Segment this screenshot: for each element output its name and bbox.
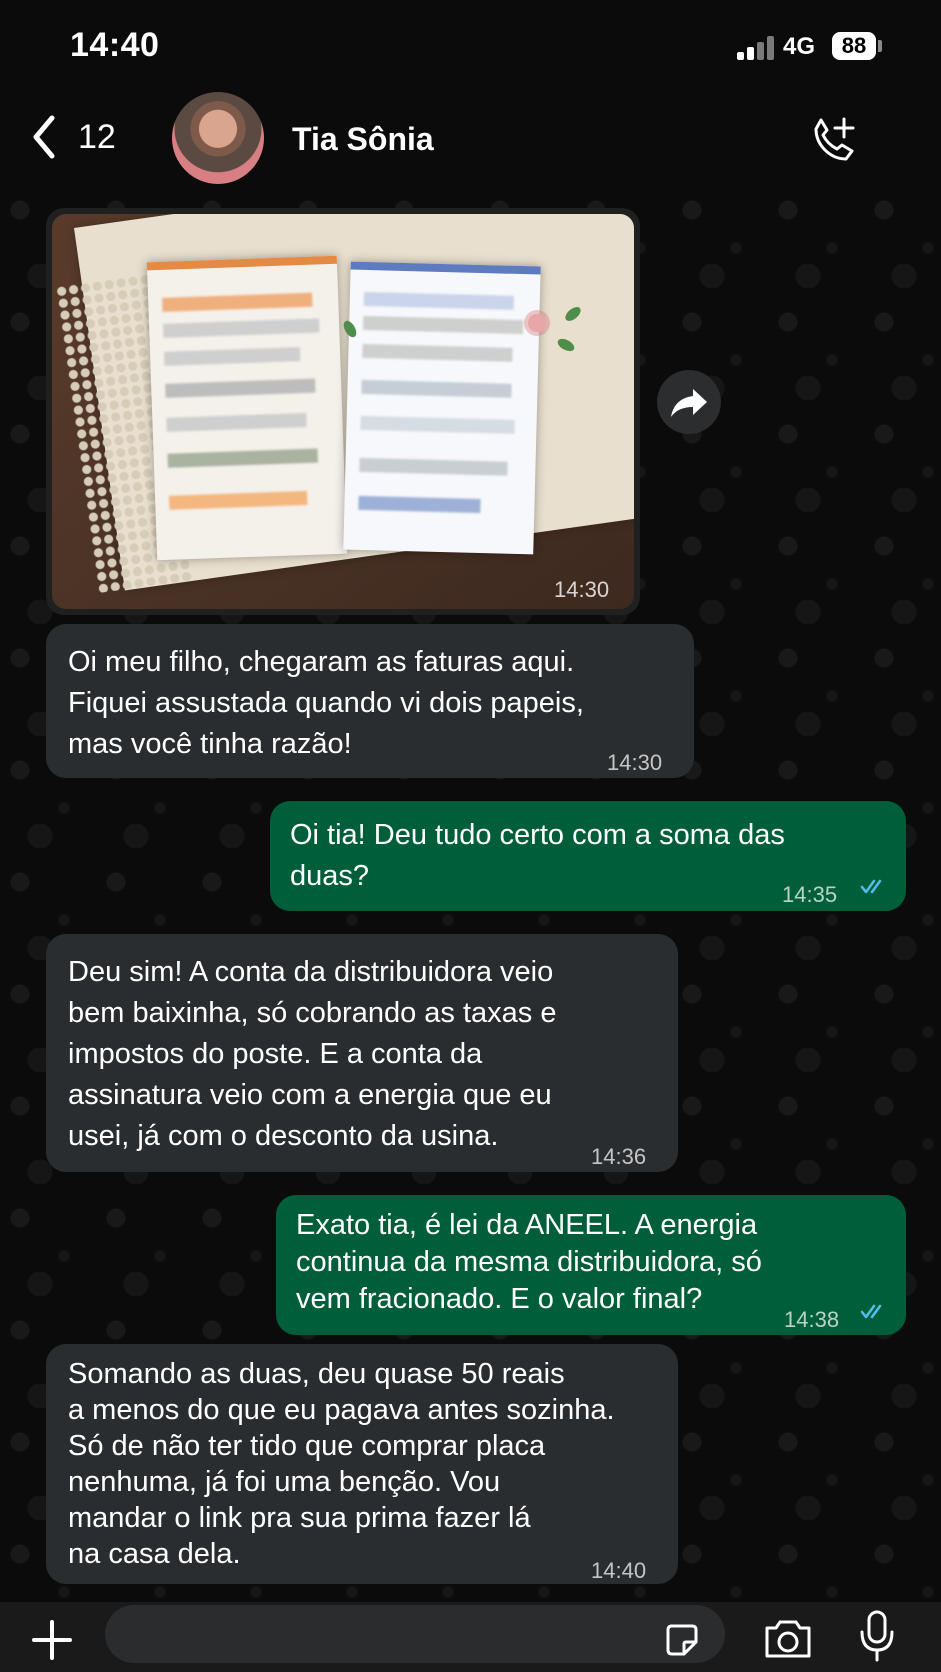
chat-header	[0, 90, 941, 190]
network-type: 4G	[783, 33, 816, 60]
message-line: Somando as duas, deu quase 50 reais	[68, 1358, 565, 1390]
chevron-left-icon[interactable]	[28, 112, 58, 162]
message-line: Fiquei assustada quando vi dois papeis,	[68, 687, 584, 719]
status-time: 14:40	[70, 26, 160, 64]
unread-count[interactable]: 12	[78, 118, 116, 157]
message-text: Exato tia, é lei da ANEEL. A energia con…	[296, 1207, 762, 1318]
message-time: 14:36	[591, 1144, 647, 1169]
sticker-icon[interactable]	[662, 1620, 702, 1660]
message-time: 14:38	[784, 1307, 840, 1332]
signal-strength-icon	[737, 36, 783, 60]
read-receipt-icon	[860, 879, 882, 894]
message-line: na casa dela.	[68, 1538, 241, 1570]
message-line: mandar o link pra sua prima fazer lá	[68, 1502, 531, 1534]
message-time: 14:30	[554, 577, 610, 602]
message-line: mas você tinha razão!	[68, 728, 352, 760]
message-text: Somando as duas, deu quase 50 reais a me…	[68, 1356, 615, 1572]
message-line: continua da mesma distribuidora, só	[296, 1246, 762, 1278]
message-text: Deu sim! A conta da distribuidora veio b…	[68, 952, 556, 1157]
read-receipt-icon	[860, 1304, 882, 1319]
battery-level: 88	[832, 32, 876, 60]
message-line: Oi meu filho, chegaram as faturas aqui.	[68, 646, 575, 678]
message-line: vem fracionado. E o valor final?	[296, 1283, 703, 1315]
message-line: Deu sim! A conta da distribuidora veio	[68, 956, 554, 988]
microphone-icon[interactable]	[856, 1608, 898, 1664]
plus-icon[interactable]	[30, 1618, 74, 1662]
add-call-icon[interactable]	[804, 113, 860, 167]
message-bubble-incoming[interactable]: Somando as duas, deu quase 50 reais a me…	[46, 1344, 678, 1584]
message-line: Exato tia, é lei da ANEEL. A energia	[296, 1209, 758, 1241]
forward-icon[interactable]	[657, 370, 721, 434]
battery-tip	[878, 40, 882, 52]
status-bar: 14:40 4G 88	[0, 0, 941, 90]
message-line: impostos do poste. E a conta da	[68, 1038, 483, 1070]
message-text: Oi meu filho, chegaram as faturas aqui. …	[68, 642, 584, 765]
contact-name[interactable]: Tia Sônia	[292, 121, 434, 158]
message-line: duas?	[290, 860, 370, 892]
message-line: bem baixinha, só cobrando as taxas e	[68, 997, 557, 1029]
message-time: 14:30	[607, 750, 663, 775]
message-bubble-outgoing[interactable]: Exato tia, é lei da ANEEL. A energia con…	[276, 1195, 906, 1335]
message-bubble-incoming[interactable]: Oi meu filho, chegaram as faturas aqui. …	[46, 624, 694, 778]
message-line: a menos do que eu pagava antes sozinha.	[68, 1394, 615, 1426]
message-bubble-incoming[interactable]: Deu sim! A conta da distribuidora veio b…	[46, 934, 678, 1172]
message-text: Oi tia! Deu tudo certo com a soma das du…	[290, 815, 785, 897]
message-input[interactable]	[105, 1605, 725, 1663]
message-time: 14:40	[591, 1558, 647, 1583]
message-line: Oi tia! Deu tudo certo com a soma das	[290, 819, 785, 851]
bill-photo[interactable]	[52, 214, 634, 609]
message-line: Só de não ter tido que comprar placa	[68, 1430, 546, 1462]
message-bubble-outgoing[interactable]: Oi tia! Deu tudo certo com a soma das du…	[270, 801, 906, 911]
image-message[interactable]	[46, 208, 640, 615]
message-line: usei, já com o desconto da usina.	[68, 1120, 499, 1152]
camera-icon[interactable]	[761, 1616, 815, 1662]
message-line: nenhuma, já foi uma benção. Vou	[68, 1466, 501, 1498]
message-line: assinatura veio com a energia que eu	[68, 1079, 552, 1111]
message-time: 14:35	[782, 882, 838, 907]
avatar[interactable]	[172, 92, 264, 184]
